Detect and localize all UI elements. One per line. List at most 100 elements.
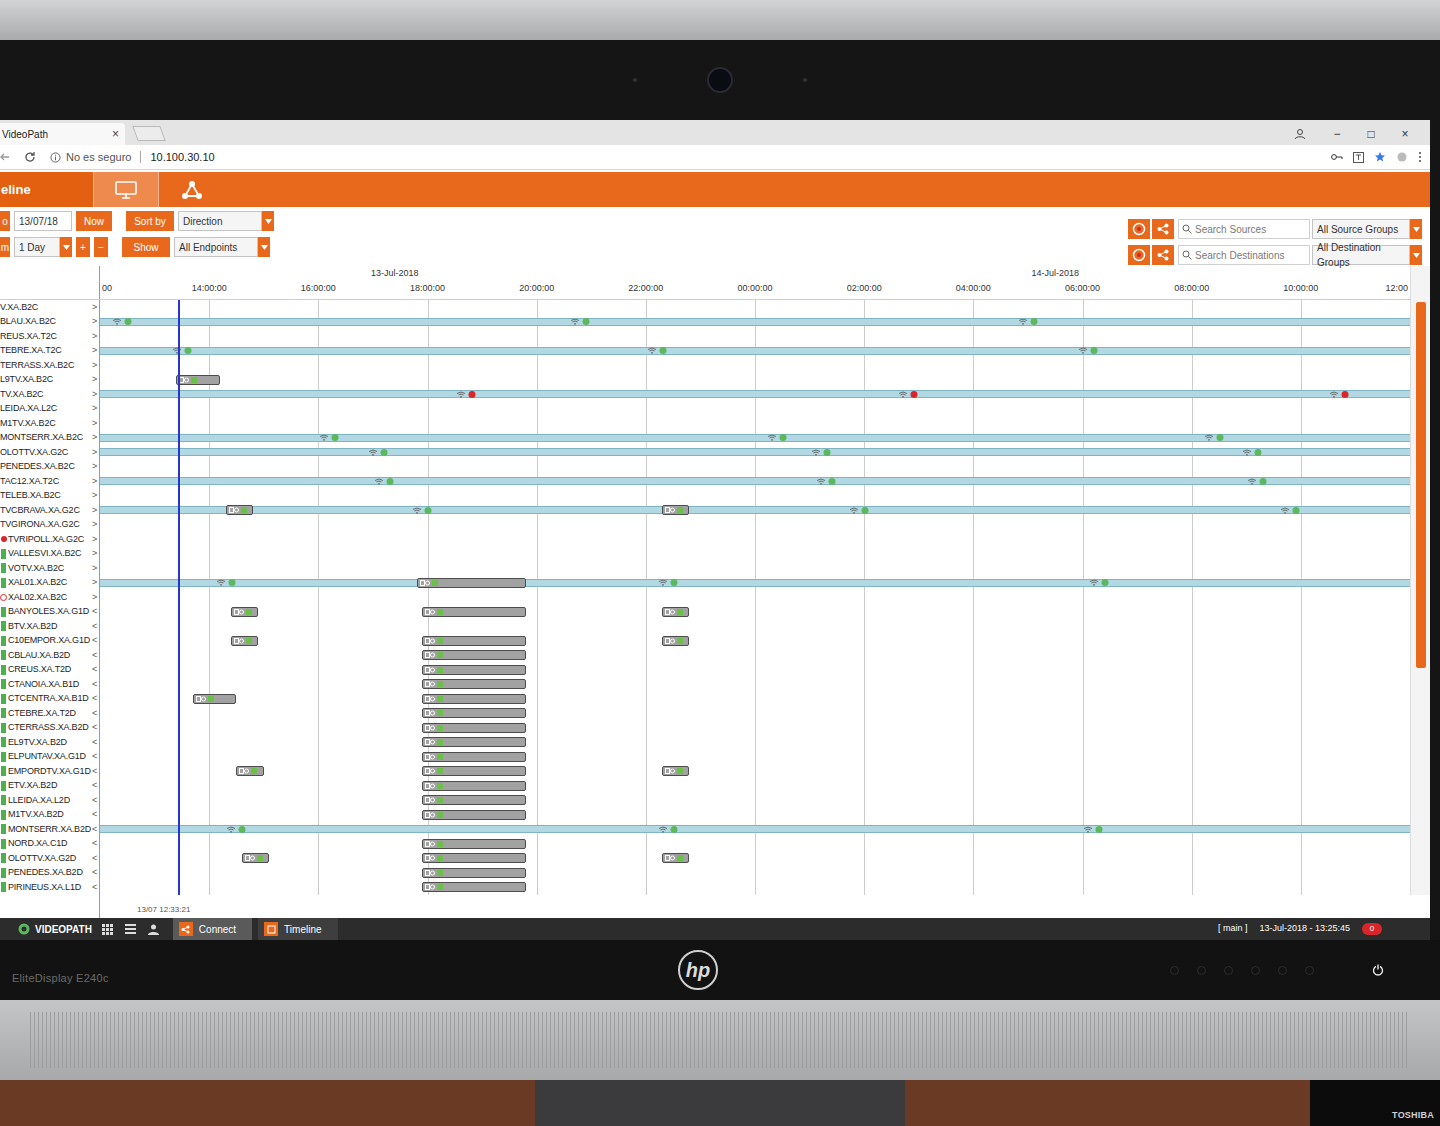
new-tab-button[interactable] [132, 126, 165, 141]
endpoint-row[interactable]: LLEIDA.XA.L2D< [0, 793, 1410, 808]
group-select[interactable]: All Source Groups [1312, 219, 1422, 239]
target-button[interactable] [1128, 219, 1150, 239]
booking-block[interactable] [422, 781, 526, 791]
connection-band[interactable] [100, 448, 1410, 456]
booking-block[interactable] [662, 766, 689, 776]
zoom-out-button[interactable]: − [94, 237, 108, 257]
booking-block[interactable] [422, 694, 526, 704]
endpoint-row[interactable]: EMPORDTV.XA.G1D< [0, 764, 1410, 779]
omnibox[interactable]: No es seguro10.100.30.10 [50, 149, 215, 166]
booking-block[interactable] [422, 737, 526, 747]
endpoint-row[interactable]: VOTV.XA.B2C> [0, 561, 1410, 576]
alert-badge[interactable]: 0 [1362, 923, 1382, 935]
taskbar-item[interactable]: Connect [173, 918, 252, 940]
search-input[interactable] [1195, 248, 1306, 263]
endpoint-row[interactable]: LEIDA.XA.L2C> [0, 402, 1410, 417]
connection-band[interactable] [100, 506, 1410, 514]
share-button[interactable] [1152, 245, 1174, 265]
endpoint-row[interactable]: V.XA.B2C> [0, 300, 1410, 315]
event-marker[interactable] [571, 317, 590, 327]
booking-block[interactable] [662, 505, 689, 515]
booking-block[interactable] [422, 723, 526, 733]
endpoint-row[interactable]: TAC12.XA.T2C> [0, 474, 1410, 489]
event-marker[interactable] [320, 433, 339, 443]
dropdown-arrow[interactable] [1410, 219, 1422, 239]
event-marker[interactable] [1330, 389, 1349, 399]
event-marker[interactable] [369, 447, 388, 457]
sort-by-label[interactable]: Sort by [126, 211, 174, 231]
endpoint-row[interactable]: ETV.XA.B2D< [0, 779, 1410, 794]
endpoint-row[interactable]: BTV.XA.B2D< [0, 619, 1410, 634]
endpoint-row[interactable]: XAL01.XA.B2C> [0, 576, 1410, 591]
endpoint-row[interactable]: C10EMPOR.XA.G1D< [0, 634, 1410, 649]
endpoint-row[interactable]: OLOTTV.XA.G2D< [0, 851, 1410, 866]
endpoint-row[interactable]: CTCENTRA.XA.B1D< [0, 692, 1410, 707]
connection-band[interactable] [100, 318, 1410, 326]
share-button[interactable] [1152, 219, 1174, 239]
booking-block[interactable] [422, 810, 526, 820]
browser-tab[interactable]: VideoPath× [0, 123, 125, 145]
bezel-button[interactable] [1224, 966, 1233, 975]
bezel-button[interactable] [1278, 966, 1287, 975]
event-marker[interactable] [767, 433, 786, 443]
endpoint-row[interactable]: MONTSERR.XA.B2C> [0, 431, 1410, 446]
bezel-button[interactable] [1251, 966, 1260, 975]
event-marker[interactable] [227, 824, 246, 834]
target-button[interactable] [1128, 245, 1150, 265]
endpoint-row[interactable]: CTERRASS.XA.B2D< [0, 721, 1410, 736]
event-marker[interactable] [1204, 433, 1223, 443]
endpoint-row[interactable]: PIRINEUS.XA.L1D< [0, 880, 1410, 895]
event-marker[interactable] [172, 346, 191, 356]
scroll-thumb[interactable] [1416, 302, 1426, 668]
endpoint-row[interactable]: TERRASS.XA.B2C> [0, 358, 1410, 373]
endpoint-row[interactable]: XAL02.XA.B2C> [0, 590, 1410, 605]
endpoint-row[interactable]: ELPUNTAV.XA.G1D< [0, 750, 1410, 765]
endpoint-row[interactable]: M1TV.XA.B2D< [0, 808, 1410, 823]
taskbar-item[interactable]: Timeline [258, 918, 337, 940]
connection-band[interactable] [100, 477, 1410, 485]
sort-select[interactable]: Direction [178, 211, 274, 231]
event-marker[interactable] [1280, 505, 1299, 515]
event-marker[interactable] [1078, 346, 1097, 356]
scrollbar[interactable] [1410, 266, 1430, 895]
booking-block[interactable] [422, 752, 526, 762]
bezel-button[interactable] [1197, 966, 1206, 975]
booking-block[interactable] [226, 505, 253, 515]
dropdown-arrow[interactable] [60, 237, 72, 257]
search-field[interactable] [1178, 245, 1310, 265]
monitor-tab[interactable] [93, 172, 159, 207]
event-marker[interactable] [1248, 476, 1267, 486]
endpoint-row[interactable]: TV.XA.B2C> [0, 387, 1410, 402]
endpoint-row[interactable]: BLAU.XA.B2C> [0, 315, 1410, 330]
dropdown-arrow[interactable] [1410, 245, 1422, 265]
window-button[interactable]: □ [1354, 125, 1388, 143]
endpoint-row[interactable]: PENEDES.XA.B2C> [0, 460, 1410, 475]
zoom-in-button[interactable]: + [76, 237, 90, 257]
booking-block[interactable] [417, 578, 526, 588]
connection-band[interactable] [100, 347, 1410, 355]
booking-block[interactable] [662, 853, 689, 863]
connection-band[interactable] [100, 825, 1410, 833]
booking-block[interactable] [422, 868, 526, 878]
endpoint-row[interactable]: TVRIPOLL.XA.G2C> [0, 532, 1410, 547]
booking-block[interactable] [662, 636, 689, 646]
event-marker[interactable] [413, 505, 432, 515]
booking-block[interactable] [422, 679, 526, 689]
range-select[interactable]: 1 Day [14, 237, 72, 257]
booking-block[interactable] [422, 839, 526, 849]
event-marker[interactable] [898, 389, 917, 399]
endpoint-row[interactable]: MONTSERR.XA.B2D< [0, 822, 1410, 837]
app-menu[interactable]: VIDEOPATH [18, 922, 102, 937]
endpoint-row[interactable]: CBLAU.XA.B2D< [0, 648, 1410, 663]
event-marker[interactable] [456, 389, 475, 399]
booking-block[interactable] [422, 607, 526, 617]
now-button[interactable]: Now [76, 211, 112, 231]
dropdown-arrow[interactable] [262, 211, 274, 231]
booking-block[interactable] [231, 636, 258, 646]
dropdown-arrow[interactable] [258, 237, 270, 257]
endpoint-row[interactable]: TVCBRAVA.XA.G2C> [0, 503, 1410, 518]
endpoint-row[interactable]: BANYOLES.XA.G1D< [0, 605, 1410, 620]
event-marker[interactable] [112, 317, 131, 327]
network-tab[interactable] [159, 172, 225, 207]
event-marker[interactable] [658, 824, 677, 834]
